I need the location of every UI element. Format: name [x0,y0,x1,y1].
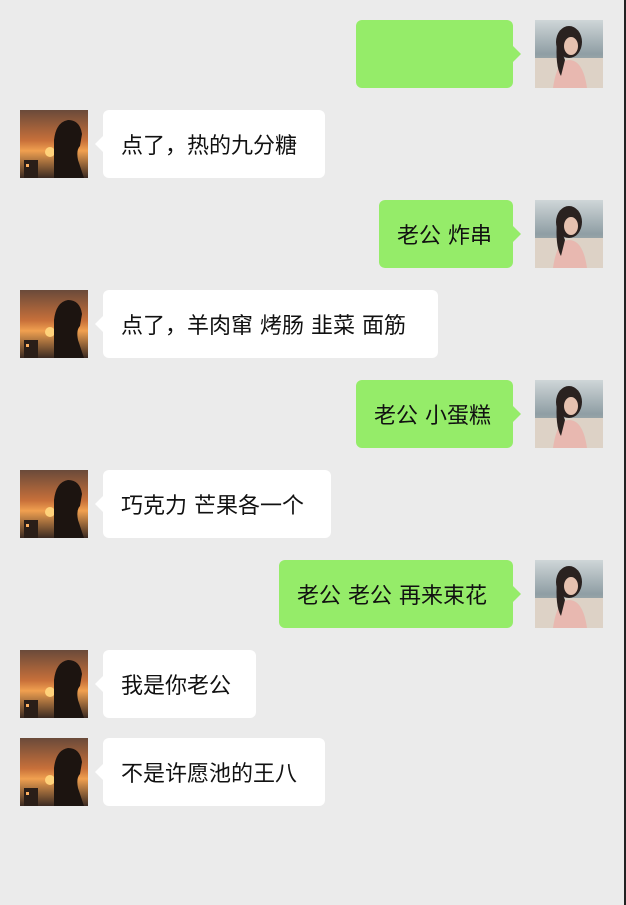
message-text: 老公 小蛋糕 [374,404,491,429]
girl-portrait-avatar[interactable] [535,20,603,88]
message-text: 巧克力 芒果各一个 [121,494,304,519]
sunset-silhouette-avatar[interactable] [20,738,88,806]
message-text: 老公 炸串 [397,224,492,249]
message-row-received: 点了，羊肉窜 烤肠 韭菜 面筋 [0,290,626,358]
message-bubble-received[interactable]: 巧克力 芒果各一个 [95,470,331,538]
message-row-received: 点了，热的九分糖 [0,110,626,178]
message-row-received: 不是许愿池的王八 [0,738,626,806]
message-bubble-sent[interactable]: 老公 老公 再来束花 [279,560,521,628]
message-row-sent: 老公 老公 再来束花 [0,560,626,628]
message-text: 点了，羊肉窜 烤肠 韭菜 面筋 [121,314,406,339]
message-row-received: 巧克力 芒果各一个 [0,470,626,538]
message-bubble-sent[interactable]: 老公 炸串 [379,200,521,268]
message-bubble-sent[interactable] [356,20,521,88]
message-row-sent [0,20,626,88]
sunset-silhouette-avatar[interactable] [20,110,88,178]
girl-portrait-avatar[interactable] [535,200,603,268]
sunset-silhouette-avatar[interactable] [20,650,88,718]
message-text: 不是许愿池的王八 [121,762,298,787]
sunset-silhouette-avatar[interactable] [20,290,88,358]
sunset-silhouette-avatar[interactable] [20,470,88,538]
girl-portrait-avatar[interactable] [535,380,603,448]
message-text: 老公 老公 再来束花 [297,584,487,609]
message-row-sent: 老公 炸串 [0,200,626,268]
message-text: 我是你老公 [121,674,232,699]
message-bubble-received[interactable]: 我是你老公 [95,650,256,718]
message-text: 点了，热的九分糖 [121,134,298,159]
message-bubble-received[interactable]: 点了，热的九分糖 [95,110,325,178]
message-row-sent: 老公 小蛋糕 [0,380,626,448]
message-bubble-received[interactable]: 点了，羊肉窜 烤肠 韭菜 面筋 [95,290,438,358]
girl-portrait-avatar[interactable] [535,560,603,628]
message-row-received: 我是你老公 [0,650,626,718]
message-bubble-sent[interactable]: 老公 小蛋糕 [356,380,521,448]
message-bubble-received[interactable]: 不是许愿池的王八 [95,738,325,806]
